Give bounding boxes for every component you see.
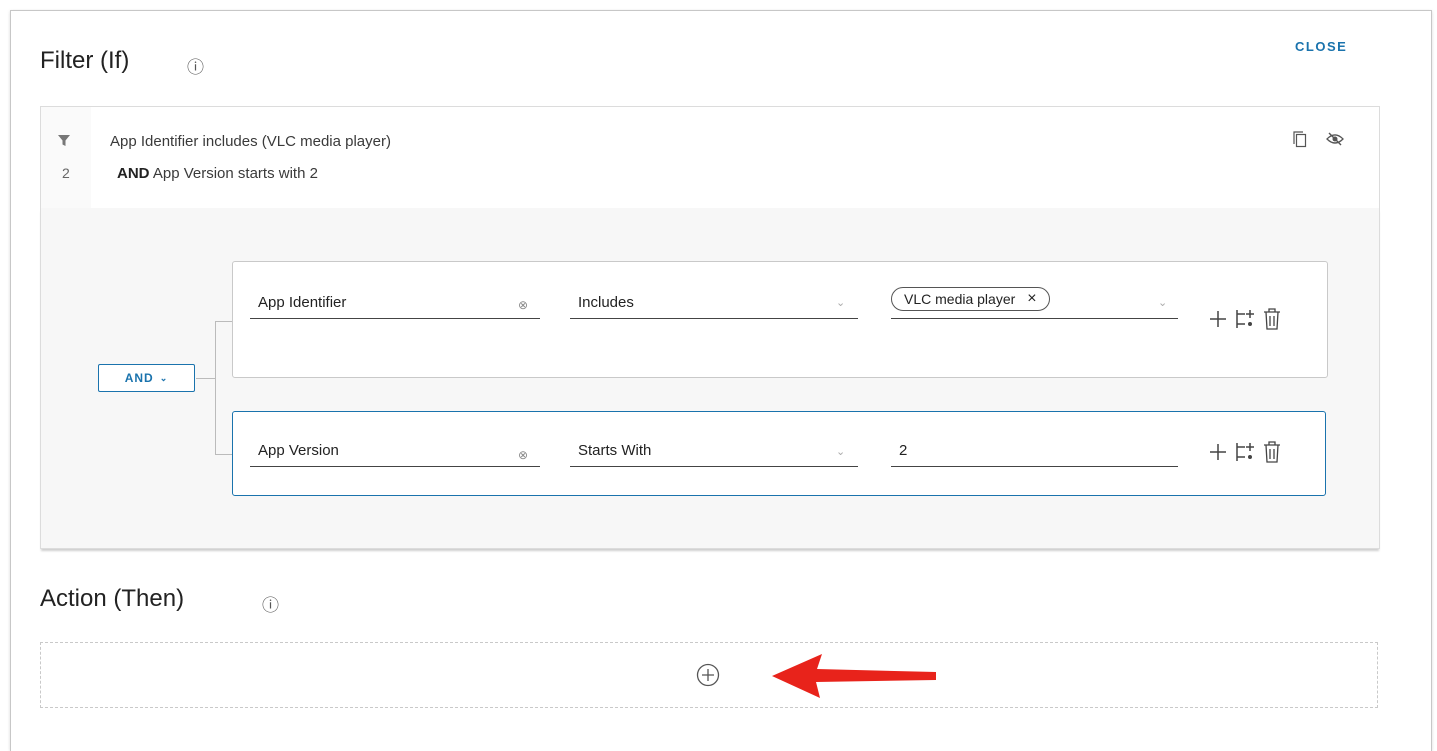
attribute-field-1[interactable]: App Identifier ⊗ <box>250 290 540 319</box>
chevron-down-icon: ⌄ <box>159 372 169 383</box>
clear-icon[interactable]: ⊗ <box>518 298 528 312</box>
summary-line-2: AND App Version starts with 2 <box>117 165 318 182</box>
value-input-2[interactable]: 2 <box>891 438 1178 467</box>
summary-gutter <box>41 107 91 209</box>
filter-title: Filter (If) <box>40 47 130 74</box>
row-actions-2 <box>1208 440 1282 464</box>
operator-value-2: Starts With <box>578 442 652 459</box>
close-button[interactable]: CLOSE <box>1295 39 1347 54</box>
summary-line-1: App Identifier includes (VLC media playe… <box>110 133 391 150</box>
action-info-icon[interactable]: ⓘ <box>262 591 279 616</box>
trash-icon[interactable] <box>1262 307 1282 331</box>
attribute-value-2: App Version <box>258 442 339 459</box>
operator-select-2[interactable]: Starts With ⌄ <box>570 438 858 467</box>
remove-chip-icon[interactable]: × <box>1027 290 1036 308</box>
copy-icon[interactable] <box>1293 131 1307 148</box>
filter-info-icon[interactable]: ⓘ <box>187 53 204 78</box>
trash-icon[interactable] <box>1262 440 1282 464</box>
add-subgroup-icon[interactable] <box>1234 441 1256 463</box>
hide-eye-icon[interactable] <box>1326 132 1344 146</box>
filter-icon <box>58 135 70 146</box>
action-title: Action (Then) <box>40 585 185 612</box>
group-connector-stem <box>196 378 215 379</box>
chevron-down-icon: ⌄ <box>836 297 846 309</box>
condition-row-1 <box>232 261 1328 378</box>
add-circle-icon[interactable] <box>696 663 720 687</box>
condition-count: 2 <box>62 165 70 181</box>
attribute-field-2[interactable]: App Version ⊗ <box>250 438 540 467</box>
value-chip-label: VLC media player <box>904 291 1016 307</box>
plus-icon[interactable] <box>1208 442 1228 462</box>
attribute-value-1: App Identifier <box>258 294 347 311</box>
summary-operator: AND <box>117 165 150 182</box>
value-chip[interactable]: VLC media player × <box>891 287 1050 311</box>
chevron-down-icon: ⌄ <box>836 446 846 458</box>
group-connector <box>215 321 232 455</box>
add-subgroup-icon[interactable] <box>1234 308 1256 330</box>
group-operator-dropdown[interactable]: AND ⌄ <box>98 364 195 392</box>
condition-builder <box>40 208 1380 549</box>
chevron-down-icon: ⌄ <box>1158 297 1168 309</box>
red-arrow-annotation <box>772 654 936 698</box>
operator-select-1[interactable]: Includes ⌄ <box>570 290 858 319</box>
summary-line-2-text: App Version starts with 2 <box>152 165 318 182</box>
row-actions-1 <box>1208 307 1282 331</box>
clear-icon[interactable]: ⊗ <box>518 448 528 462</box>
filter-summary[interactable]: 2 App Identifier includes (VLC media pla… <box>40 106 1380 210</box>
plus-icon[interactable] <box>1208 309 1228 329</box>
operator-value-1: Includes <box>578 294 634 311</box>
group-operator-label: AND <box>124 371 154 385</box>
value-input-text-2: 2 <box>899 442 908 459</box>
